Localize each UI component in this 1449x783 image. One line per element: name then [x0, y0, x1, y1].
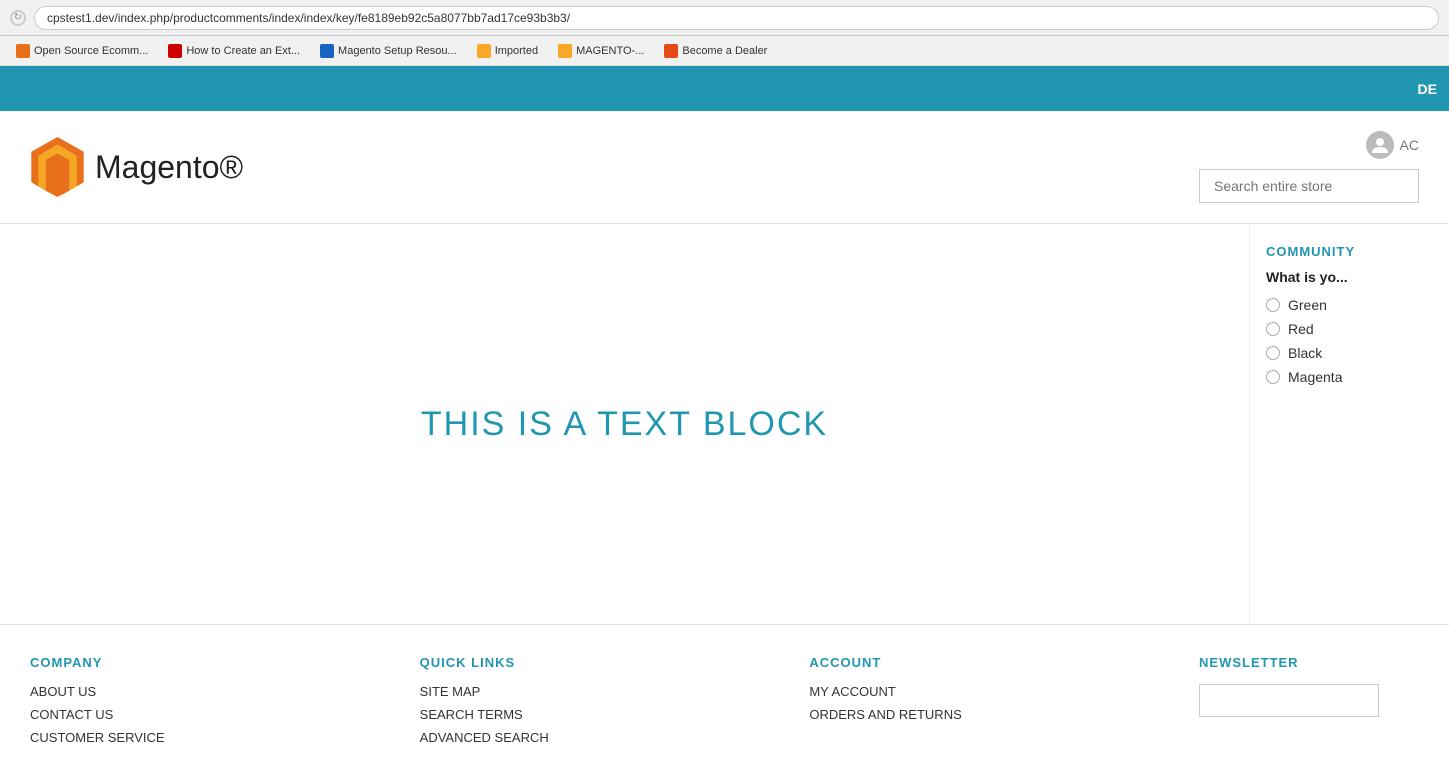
footer-orders-returns[interactable]: ORDERS AND RETURNS — [809, 707, 1179, 722]
footer-col-quick-links: QUICK LINKS SITE MAP SEARCH TERMS ADVANC… — [420, 655, 810, 753]
main-content: THIS IS A TEXT BLOCK — [0, 224, 1249, 624]
bookmark-label-5: MAGENTO-... — [576, 45, 644, 57]
footer-customer-service[interactable]: CUSTOMER SERVICE — [30, 730, 400, 745]
bookmark-favicon-2 — [168, 44, 182, 58]
sidebar-section-title: COMMUNITY — [1266, 244, 1433, 259]
newsletter-input[interactable] — [1199, 684, 1379, 717]
bookmark-label-3: Magento Setup Resou... — [338, 45, 457, 57]
radio-option-green[interactable]: Green — [1266, 297, 1433, 313]
bookmark-label-6: Become a Dealer — [682, 45, 767, 57]
bookmark-open-source[interactable]: Open Source Ecomm... — [8, 42, 156, 60]
browser-spinner-icon: ↻ — [10, 10, 26, 26]
radio-green-label: Green — [1288, 297, 1327, 313]
footer-company-title: COMPANY — [30, 655, 400, 670]
bookmark-label-1: Open Source Ecomm... — [34, 45, 148, 57]
magento-logo-icon — [30, 137, 85, 197]
account-icon — [1366, 131, 1394, 159]
footer-col-account: ACCOUNT MY ACCOUNT ORDERS AND RETURNS — [809, 655, 1199, 753]
user-icon — [1372, 137, 1388, 153]
radio-green-circle — [1266, 298, 1280, 312]
bookmark-become-dealer[interactable]: Become a Dealer — [656, 42, 775, 60]
account-label: AC — [1400, 137, 1419, 153]
account-row: AC — [1366, 131, 1419, 159]
bookmark-magento-setup[interactable]: Magento Setup Resou... — [312, 42, 465, 60]
footer-newsletter: NEWSLETTER — [1199, 655, 1419, 753]
bookmark-label-2: How to Create an Ext... — [186, 45, 300, 57]
top-accent-bar: DE — [0, 66, 1449, 111]
bookmark-label-4: Imported — [495, 45, 538, 57]
logo-area[interactable]: Magento® — [30, 137, 243, 197]
radio-magenta-label: Magenta — [1288, 369, 1342, 385]
site-header: Magento® AC — [0, 111, 1449, 224]
radio-black-label: Black — [1288, 345, 1322, 361]
url-text: cpstest1.dev/index.php/productcomments/i… — [47, 11, 570, 25]
sidebar-question: What is yo... — [1266, 269, 1433, 285]
footer-site-map[interactable]: SITE MAP — [420, 684, 790, 699]
bookmark-favicon-6 — [664, 44, 678, 58]
logo-text: Magento® — [95, 149, 243, 186]
bookmark-magento[interactable]: MAGENTO-... — [550, 42, 652, 60]
browser-url-bar[interactable]: cpstest1.dev/index.php/productcomments/i… — [34, 6, 1439, 30]
bookmark-favicon-3 — [320, 44, 334, 58]
top-accent-label: DE — [1418, 81, 1437, 97]
radio-option-black[interactable]: Black — [1266, 345, 1433, 361]
main-container: THIS IS A TEXT BLOCK COMMUNITY What is y… — [0, 224, 1449, 624]
radio-option-magenta[interactable]: Magenta — [1266, 369, 1433, 385]
footer-search-terms[interactable]: SEARCH TERMS — [420, 707, 790, 722]
footer-account-title: ACCOUNT — [809, 655, 1179, 670]
bookmark-favicon-4 — [477, 44, 491, 58]
footer-my-account[interactable]: MY ACCOUNT — [809, 684, 1179, 699]
bookmark-favicon-5 — [558, 44, 572, 58]
radio-red-circle — [1266, 322, 1280, 336]
newsletter-title: NEWSLETTER — [1199, 655, 1419, 670]
footer-quick-links-title: QUICK LINKS — [420, 655, 790, 670]
bookmark-imported[interactable]: Imported — [469, 42, 546, 60]
radio-red-label: Red — [1288, 321, 1314, 337]
bookmark-how-to-create[interactable]: How to Create an Ext... — [160, 42, 308, 60]
footer-contact-us[interactable]: CONTACT US — [30, 707, 400, 722]
radio-magenta-circle — [1266, 370, 1280, 384]
footer-advanced-search[interactable]: ADVANCED SEARCH — [420, 730, 790, 745]
bookmarks-bar: Open Source Ecomm... How to Create an Ex… — [0, 36, 1449, 66]
radio-option-red[interactable]: Red — [1266, 321, 1433, 337]
header-right: AC — [1199, 131, 1419, 203]
text-block-heading: THIS IS A TEXT BLOCK — [421, 405, 828, 444]
radio-black-circle — [1266, 346, 1280, 360]
search-input[interactable] — [1199, 169, 1419, 203]
browser-chrome: ↻ cpstest1.dev/index.php/productcomments… — [0, 0, 1449, 36]
right-sidebar: COMMUNITY What is yo... Green Red Black … — [1249, 224, 1449, 624]
site-footer: COMPANY ABOUT US CONTACT US CUSTOMER SER… — [0, 624, 1449, 783]
footer-col-company: COMPANY ABOUT US CONTACT US CUSTOMER SER… — [30, 655, 420, 753]
footer-about-us[interactable]: ABOUT US — [30, 684, 400, 699]
bookmark-favicon-1 — [16, 44, 30, 58]
